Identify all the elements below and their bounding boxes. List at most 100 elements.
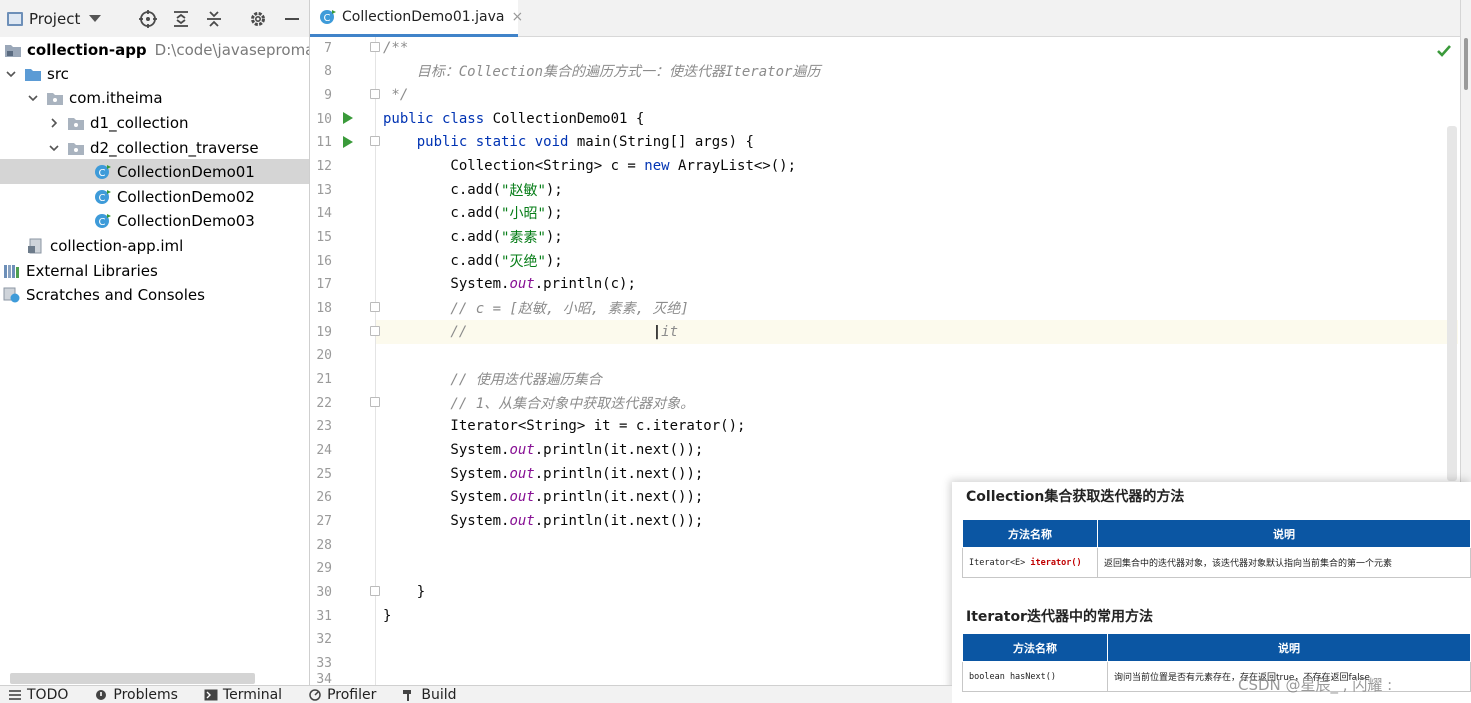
tree-item-label: CollectionDemo02	[117, 187, 255, 206]
slide-table: 方法名称 说明 Iterator<E> iterator() 返回集合中的迭代器…	[962, 519, 1471, 578]
code-line: System. out .println(it.next());	[383, 489, 704, 505]
expand-all-icon[interactable]	[171, 9, 191, 29]
tree-item-scratches[interactable]: Scratches and Consoles	[0, 282, 309, 307]
chevron-right-icon[interactable]	[47, 116, 61, 130]
bottom-tool-bar: TODO Problems Terminal Profiler Build	[0, 685, 952, 703]
tree-item-label: com.itheima	[69, 88, 163, 107]
tree-item-label: Scratches and Consoles	[26, 285, 205, 304]
code-line: // c = [赵敏, 小昭, 素素, 灭绝]	[383, 301, 689, 317]
code-line: public static void main(String[] args) {	[383, 134, 754, 150]
svg-text:C: C	[324, 13, 331, 24]
tree-item-collectiondemo02[interactable]: C CollectionDemo02	[0, 184, 309, 209]
tree-item-label: collection-app	[27, 40, 147, 59]
line-number: 24	[316, 442, 332, 458]
run-class-icon[interactable]	[343, 112, 353, 124]
code-line: System. out .println(it.next());	[383, 442, 704, 458]
horizontal-scrollbar[interactable]	[10, 673, 255, 684]
table-header: 方法名称	[962, 633, 1108, 662]
code-line: }	[383, 608, 392, 624]
line-number: 34	[316, 673, 332, 685]
todo-tab[interactable]: TODO	[8, 687, 68, 703]
java-class-icon: C	[94, 164, 112, 180]
line-number: 25	[316, 466, 332, 482]
tree-item-label: d1_collection	[90, 113, 189, 132]
chevron-down-icon[interactable]	[4, 67, 18, 81]
line-number: 31	[316, 608, 332, 624]
line-number: 23	[316, 418, 332, 434]
chevron-down-icon[interactable]	[47, 141, 61, 155]
code-line: }	[383, 584, 426, 600]
chevron-down-icon[interactable]	[26, 91, 40, 105]
chevron-down-icon[interactable]	[89, 15, 102, 22]
package-icon	[67, 115, 85, 131]
line-number: 10	[316, 111, 332, 127]
line-number: 32	[316, 631, 332, 647]
tree-item-external-libraries[interactable]: External Libraries	[0, 258, 309, 283]
line-number: 12	[316, 158, 332, 174]
fold-icon[interactable]	[370, 89, 380, 99]
run-main-icon[interactable]	[343, 136, 353, 148]
slide-title: Collection集合获取迭代器的方法	[966, 489, 1185, 505]
problems-tab[interactable]: Problems	[94, 687, 178, 703]
module-folder-icon	[4, 42, 22, 58]
fold-icon[interactable]	[370, 586, 380, 596]
tool-window-tab[interactable]	[1464, 38, 1468, 90]
vertical-scrollbar[interactable]	[1447, 126, 1457, 481]
fold-icon[interactable]	[370, 42, 380, 52]
fold-icon[interactable]	[370, 397, 380, 407]
fold-icon[interactable]	[370, 302, 380, 312]
tree-item-label: CollectionDemo03	[117, 211, 255, 230]
tree-item-src[interactable]: src	[0, 61, 309, 86]
fold-icon[interactable]	[370, 326, 380, 336]
line-number: 15	[316, 229, 332, 245]
code-line: */	[383, 87, 409, 103]
build-tab[interactable]: Build	[402, 687, 457, 703]
check-icon[interactable]	[1436, 44, 1452, 58]
hide-panel-icon[interactable]	[282, 9, 302, 29]
locate-icon[interactable]	[138, 9, 158, 29]
scratches-icon	[3, 287, 21, 303]
code-line: 目标：Collection集合的遍历方式一：使迭代器Iterator遍历	[383, 64, 821, 80]
table-header: 说明	[1107, 633, 1471, 662]
table-header: 说明	[1097, 519, 1471, 548]
code-line: public class CollectionDemo01 {	[383, 111, 645, 127]
line-number: 19	[316, 324, 332, 340]
tree-item-iml[interactable]: collection-app.iml	[0, 233, 309, 258]
source-folder-icon	[24, 66, 42, 82]
line-number: 14	[316, 205, 332, 221]
project-view-selector[interactable]: Project	[29, 10, 80, 28]
code-line: c.add("素素");	[383, 229, 563, 246]
tree-item-d1-collection[interactable]: d1_collection	[0, 110, 309, 135]
tab-collectiondemo01[interactable]: C CollectionDemo01.java ×	[310, 0, 523, 37]
terminal-tab[interactable]: Terminal	[204, 687, 282, 703]
close-icon[interactable]: ×	[511, 9, 523, 25]
tree-item-collection-app[interactable]: collection-app D:\code\javasepromax\coll…	[0, 37, 363, 62]
line-number: 13	[316, 182, 332, 198]
terminal-icon	[204, 689, 218, 701]
line-number: 18	[316, 300, 332, 316]
tree-item-com-itheima[interactable]: com.itheima	[0, 85, 309, 110]
gear-icon[interactable]	[248, 9, 268, 29]
line-number: 33	[316, 655, 332, 671]
tree-item-collectiondemo01[interactable]: C CollectionDemo01	[0, 159, 309, 184]
table-cell: boolean hasNext()	[962, 661, 1108, 692]
code-line: System. out .println(it.next());	[383, 466, 704, 482]
code-line: Collection<String> c = new ArrayList<>()…	[383, 158, 797, 174]
tree-item-d2-collection-traverse[interactable]: d2_collection_traverse	[0, 135, 309, 160]
tab-label: CollectionDemo01.java	[342, 9, 505, 25]
tree-item-collectiondemo03[interactable]: C CollectionDemo03	[0, 208, 309, 233]
iml-file-icon	[27, 238, 45, 254]
line-number: 9	[324, 87, 332, 103]
fold-icon[interactable]	[370, 136, 380, 146]
tree-item-label: collection-app.iml	[50, 236, 184, 255]
project-tree: collection-app D:\code\javasepromax\coll…	[0, 37, 363, 685]
profiler-tab[interactable]: Profiler	[308, 687, 376, 703]
collapse-all-icon[interactable]	[204, 9, 224, 29]
java-class-icon: C	[94, 213, 112, 229]
code-line: Iterator<String> it = c.iterator();	[383, 418, 746, 434]
line-number: 20	[316, 347, 332, 363]
svg-text:C: C	[99, 217, 106, 228]
watermark: CSDN @星辰_ , 闪耀 :	[1238, 676, 1393, 694]
table-header: 方法名称	[962, 519, 1098, 548]
profiler-icon	[308, 688, 322, 701]
